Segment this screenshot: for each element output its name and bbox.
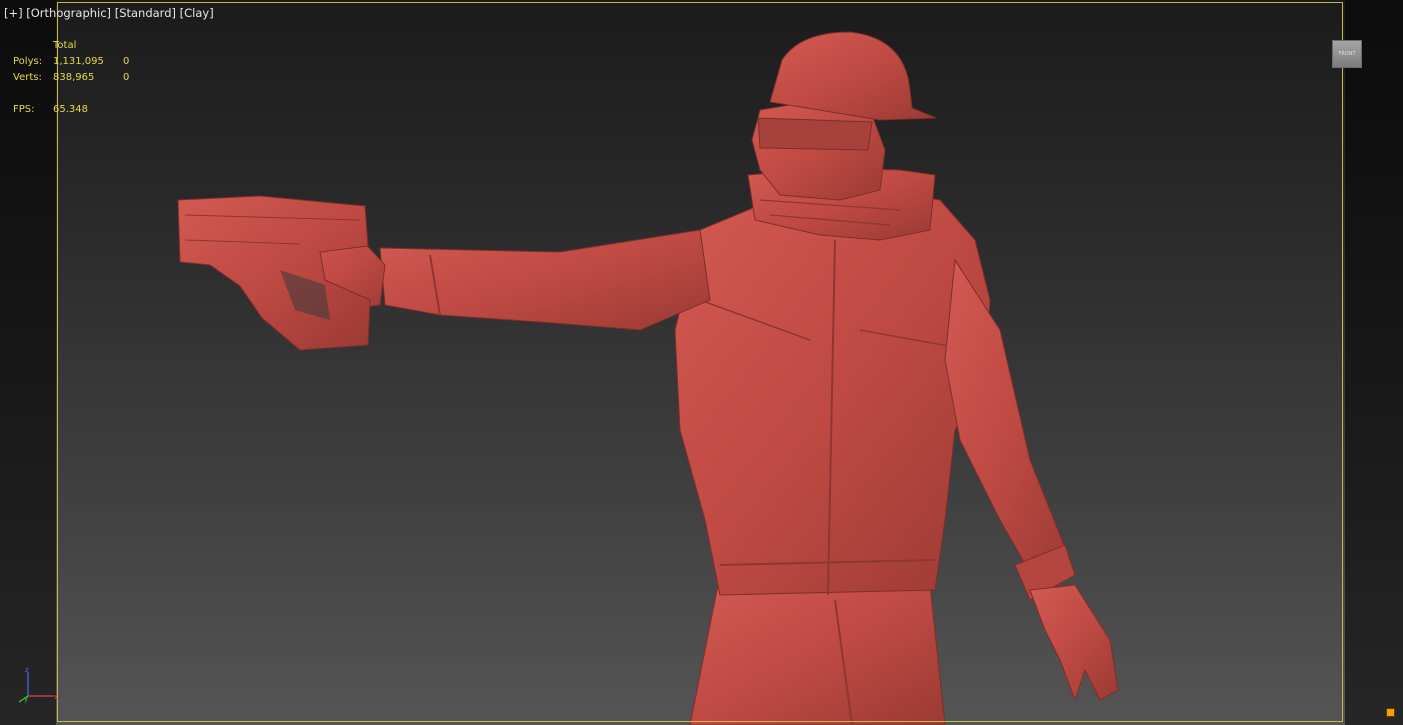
polys-selected: 0	[123, 56, 130, 67]
viewport-view-menu[interactable]: [Orthographic]	[26, 6, 111, 20]
viewcube-face-label: FRONT	[1338, 51, 1356, 57]
left-arm-shape	[379, 229, 711, 331]
verts-total: 838,965	[53, 72, 95, 83]
polys-label: Polys:	[13, 56, 43, 67]
viewcube[interactable]: FRONT	[1332, 40, 1362, 68]
viewport-display-style-menu[interactable]: [Clay]	[180, 6, 214, 20]
right-arm-shape	[944, 258, 1071, 591]
viewport-label-menu[interactable]: [+] [Orthographic] [Standard] [Clay]	[4, 6, 214, 20]
axis-z-label: z	[25, 666, 29, 674]
axis-y-label: y	[24, 695, 28, 703]
pants-shape	[689, 584, 946, 725]
fps-value: 65.348	[53, 104, 88, 115]
clay-character-model[interactable]	[0, 0, 1403, 725]
stats-header: Total	[53, 40, 77, 51]
polys-total: 1,131,095	[53, 56, 104, 67]
right-hand-shape	[1029, 584, 1119, 702]
fps-label: FPS:	[13, 104, 35, 115]
axis-x-label: x	[54, 693, 58, 701]
axis-tripod-icon: z y x	[18, 666, 58, 703]
viewport-config-icon[interactable]	[1386, 708, 1395, 717]
viewport-shading-preset-menu[interactable]: [Standard]	[115, 6, 176, 20]
verts-selected: 0	[123, 72, 130, 83]
viewport-plus-menu[interactable]: [+]	[4, 6, 23, 20]
verts-label: Verts:	[13, 72, 42, 83]
